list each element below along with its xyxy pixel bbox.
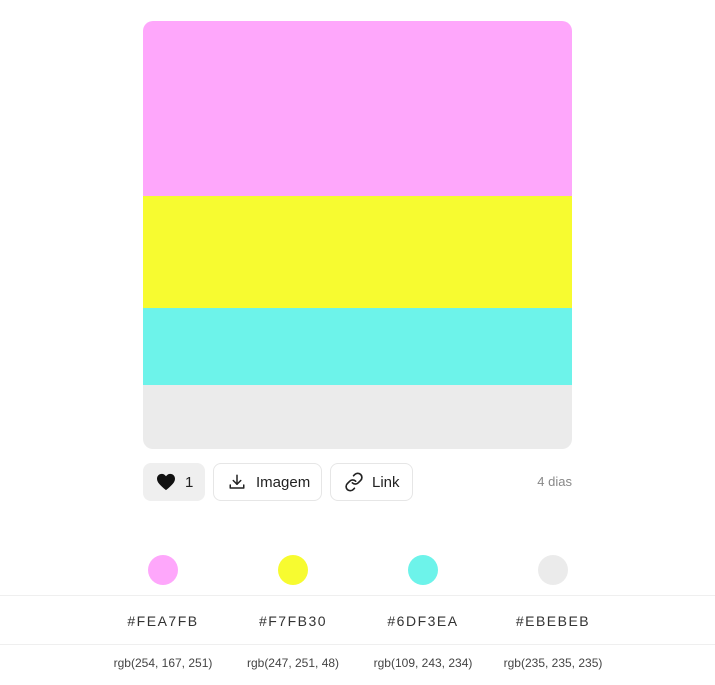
rgb-code-cyan[interactable]: rgb(109, 243, 234) [358,656,488,670]
link-icon [344,472,364,492]
download-icon [228,473,246,491]
hex-codes-row: #FEA7FB #F7FB30 #6DF3EA #EBEBEB [0,595,715,645]
palette-card[interactable] [143,21,572,449]
swatch-yellow[interactable] [143,196,572,308]
download-image-button[interactable]: Imagem [213,463,322,501]
swatch-cyan[interactable] [143,307,572,385]
color-dots [98,555,618,585]
color-dot-gray[interactable] [538,555,568,585]
swatch-gray[interactable] [143,384,572,449]
heart-icon [156,473,176,491]
hex-code-yellow[interactable]: #F7FB30 [228,596,358,644]
hex-code-pink[interactable]: #FEA7FB [98,596,228,644]
rgb-code-yellow[interactable]: rgb(247, 251, 48) [228,656,358,670]
posted-date: 4 dias [537,474,572,489]
hex-code-cyan[interactable]: #6DF3EA [358,596,488,644]
rgb-codes-row: rgb(254, 167, 251) rgb(247, 251, 48) rgb… [0,656,715,680]
hex-code-gray[interactable]: #EBEBEB [488,596,618,644]
rgb-code-gray[interactable]: rgb(235, 235, 235) [488,656,618,670]
like-button[interactable]: 1 [143,463,205,501]
color-dot-yellow[interactable] [278,555,308,585]
palette-page: 1 Imagem Link 4 dias #FEA7FB #F7FB30 #6D… [0,0,715,685]
copy-link-button[interactable]: Link [330,463,413,501]
link-button-label: Link [372,473,400,491]
image-button-label: Imagem [256,473,311,491]
swatch-pink[interactable] [143,21,572,197]
rgb-code-pink[interactable]: rgb(254, 167, 251) [98,656,228,670]
color-dot-cyan[interactable] [408,555,438,585]
like-count: 1 [185,473,194,491]
action-bar: 1 Imagem Link 4 dias [143,463,572,501]
color-dot-pink[interactable] [148,555,178,585]
